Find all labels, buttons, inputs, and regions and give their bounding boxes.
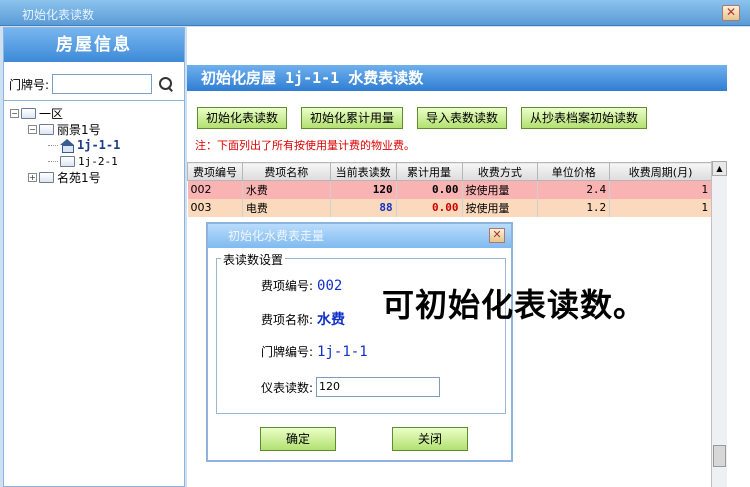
name-label: 费项名称: — [261, 312, 314, 327]
search-icon[interactable] — [158, 76, 174, 92]
reading-row: 仪表读数: 120 — [261, 377, 441, 397]
init-from-archive-button[interactable]: 从抄表档案初始读数 — [521, 107, 648, 129]
cell-name: 水费 — [242, 180, 331, 199]
tree-node-label: 名苑1号 — [57, 170, 101, 185]
table-scrollbar[interactable]: ▲ — [711, 161, 727, 487]
code-row: 费项编号: 002 — [261, 277, 342, 294]
tree-node-label: 一区 — [39, 106, 64, 121]
close-button[interactable]: 关闭 — [392, 427, 468, 451]
tree-node-room-selected[interactable]: 1j-1-1 — [4, 137, 184, 153]
close-icon[interactable]: ✕ — [489, 228, 505, 243]
column-header[interactable]: 收费周期(月) — [609, 162, 712, 181]
cell-code: 002 — [187, 180, 243, 199]
cell-code: 003 — [187, 198, 243, 217]
column-header[interactable]: 单位价格 — [537, 162, 611, 181]
tree-node-area[interactable]: − 一区 — [4, 105, 184, 121]
cell-price: 2.4 — [537, 180, 611, 199]
door-label: 门牌编号: — [261, 345, 314, 359]
folder-icon — [39, 171, 54, 183]
tree-node-room[interactable]: 1j-2-1 — [4, 153, 184, 169]
cell-method: 按使用量 — [462, 180, 539, 199]
dialog-title: 初始化水费表走量 — [208, 224, 511, 248]
tree-node-label: 1j-2-1 — [78, 154, 118, 168]
fee-table: 费项编号 费项名称 当前表读数 累计用量 收费方式 单位价格 收费周期(月) 0… — [187, 162, 712, 217]
table-row[interactable]: 003 电费 88 0.00 按使用量 1.2 1 — [187, 198, 712, 217]
cell-usage[interactable]: 0.00 — [396, 180, 463, 199]
group-label: 表读数设置 — [221, 251, 286, 268]
column-header[interactable]: 收费方式 — [461, 162, 539, 181]
caption-overlay: 可初始化表读数。 — [382, 286, 647, 324]
window-title: 初始化表读数 — [22, 8, 95, 22]
cell-method: 按使用量 — [462, 198, 539, 217]
note-text: 注：下面列出了所有按使用量计费的物业费。 — [195, 139, 415, 152]
reading-input[interactable]: 120 — [316, 377, 441, 397]
window-titlebar: 初始化表读数 ✕ — [0, 0, 750, 26]
cell-price: 1.2 — [537, 198, 611, 217]
tree-node-label: 1j-1-1 — [77, 138, 121, 152]
tree-node-building[interactable]: + 名苑1号 — [4, 169, 184, 185]
column-header[interactable]: 费项名称 — [241, 162, 331, 181]
import-reading-button[interactable]: 导入表数读数 — [417, 107, 508, 129]
name-row: 费项名称: 水费 — [261, 309, 345, 329]
column-header[interactable]: 累计用量 — [395, 162, 463, 181]
init-reading-dialog: 初始化水费表走量 ✕ 表读数设置 费项编号: 002 费项名称: 水费 门牌编号… — [206, 222, 513, 462]
name-value: 水费 — [317, 312, 346, 328]
folder-icon — [39, 123, 54, 135]
cell-name: 电费 — [242, 198, 331, 217]
action-toolbar: 初始化表读数 初始化累计用量 导入表数读数 从抄表档案初始读数 — [197, 107, 661, 129]
scroll-up-icon[interactable]: ▲ — [712, 161, 727, 176]
page-title: 初始化房屋 1j-1-1 水费表读数 — [187, 65, 727, 91]
cell-cycle: 1 — [609, 198, 712, 217]
column-header[interactable]: 当前表读数 — [329, 162, 397, 181]
folder-icon — [21, 107, 36, 119]
door-search-input[interactable] — [52, 74, 153, 94]
collapse-icon[interactable]: − — [28, 124, 37, 134]
house-tree: − 一区 − 丽景1号 1j-1-1 1j-2-1 + 名苑1号 — [4, 100, 184, 486]
cell-reading[interactable]: 88 — [330, 198, 397, 217]
door-value: 1j-1-1 — [317, 343, 368, 360]
close-icon[interactable]: ✕ — [722, 5, 740, 21]
ok-button[interactable]: 确定 — [260, 427, 336, 451]
scroll-thumb[interactable] — [713, 445, 726, 467]
column-header[interactable]: 费项编号 — [187, 162, 243, 181]
tree-node-label: 丽景1号 — [57, 122, 101, 137]
cell-usage[interactable]: 0.00 — [396, 198, 463, 217]
tree-node-building[interactable]: − 丽景1号 — [4, 121, 184, 137]
cell-cycle: 1 — [609, 180, 712, 199]
house-icon — [60, 139, 74, 153]
init-reading-button[interactable]: 初始化表读数 — [197, 107, 288, 129]
door-row: 门牌编号: 1j-1-1 — [261, 343, 368, 360]
door-search-row: 门牌号: — [9, 74, 174, 94]
init-usage-button[interactable]: 初始化累计用量 — [301, 107, 404, 129]
code-value: 002 — [317, 277, 343, 294]
collapse-icon[interactable]: − — [10, 108, 19, 118]
table-header-row: 费项编号 费项名称 当前表读数 累计用量 收费方式 单位价格 收费周期(月) — [187, 162, 712, 181]
expand-icon[interactable]: + — [28, 172, 37, 182]
table-row[interactable]: 002 水费 120 0.00 按使用量 2.4 1 — [187, 180, 712, 199]
code-label: 费项编号: — [261, 279, 314, 293]
door-label: 门牌号: — [9, 77, 50, 92]
left-panel: 房屋信息 门牌号: − 一区 − 丽景1号 1j-1-1 1j-2-1 + 名苑… — [3, 27, 185, 487]
cell-reading[interactable]: 120 — [330, 180, 397, 199]
reading-label: 仪表读数: — [261, 380, 314, 395]
folder-icon — [60, 155, 75, 167]
left-panel-header: 房屋信息 — [4, 28, 184, 62]
